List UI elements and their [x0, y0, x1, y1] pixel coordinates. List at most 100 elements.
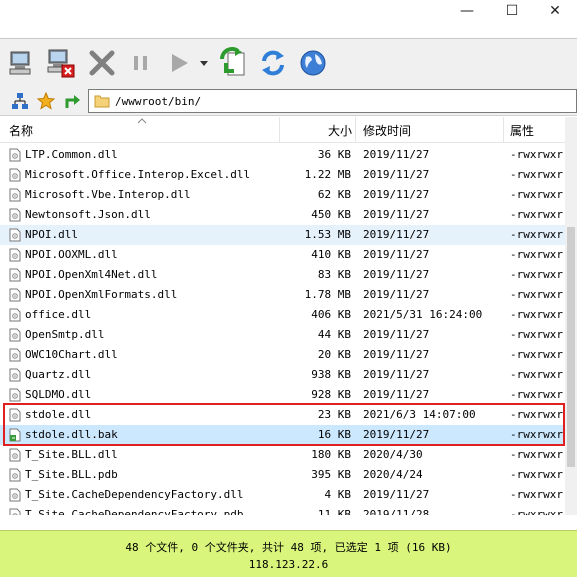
highlight-box	[3, 403, 565, 446]
dll-file-icon	[9, 148, 21, 162]
file-row[interactable]: Microsoft.Vbe.Interop.dll 62 KB 2019/11/27…	[0, 185, 565, 205]
connect-button[interactable]	[6, 47, 38, 79]
dll-file-icon	[9, 508, 21, 515]
file-attributes: -rwxrwxr	[510, 368, 563, 381]
file-row[interactable]: T_Site.BLL.pdb 395 KB 2020/4/24 -rwxrwxr	[0, 465, 565, 485]
file-modified: 2020/4/30	[363, 448, 423, 461]
file-name: LTP.Common.dll	[25, 148, 118, 161]
play-dropdown[interactable]	[197, 47, 211, 79]
file-row[interactable]: LTP.Common.dll 36 KB 2019/11/27 -rwxrwxr	[0, 145, 565, 165]
file-row[interactable]: SQLDMO.dll 928 KB 2019/11/27 -rwxrwxr	[0, 385, 565, 405]
column-header: 名称 大小 修改时间 属性	[0, 117, 577, 143]
file-row[interactable]: NPOI.OOXML.dll 410 KB 2019/11/27 -rwxrwxr	[0, 245, 565, 265]
file-modified: 2019/11/28	[363, 508, 430, 515]
pause-icon	[134, 56, 147, 70]
file-row[interactable]: Quartz.dll 938 KB 2019/11/27 -rwxrwxr	[0, 365, 565, 385]
path-input[interactable]: /wwwroot/bin/	[88, 89, 577, 113]
file-row[interactable]: NPOI.OpenXml4Net.dll 83 KB 2019/11/27 -rwxr…	[0, 265, 565, 285]
sync-download-icon	[220, 47, 245, 76]
file-list: LTP.Common.dll 36 KB 2019/11/27 -rwxrwxr Mic…	[0, 145, 565, 515]
file-modified: 2019/11/27	[363, 268, 430, 281]
file-name: NPOI.dll	[25, 228, 78, 241]
file-row[interactable]: OpenSmtp.dll 44 KB 2019/11/27 -rwxrwxr	[0, 325, 565, 345]
file-size: 395 KB	[311, 468, 351, 481]
file-attributes: -rwxrwxr	[510, 328, 563, 341]
play-icon	[172, 54, 188, 72]
file-attributes: -rwxrwxr	[510, 208, 563, 221]
favorites-button[interactable]	[36, 91, 56, 111]
address-bar: /wwwroot/bin/	[0, 86, 577, 116]
status-bar: 48 个文件, 0 个文件夹, 共计 48 项, 已选定 1 项 (16 KB)…	[0, 530, 577, 577]
dll-file-icon	[9, 488, 21, 502]
path-text: /wwwroot/bin/	[115, 94, 202, 108]
dll-file-icon	[9, 468, 21, 482]
file-modified: 2019/11/27	[363, 168, 430, 181]
file-attributes: -rwxrwxr	[510, 488, 563, 501]
file-row[interactable]: NPOI.OpenXmlFormats.dll 1.78 MB 2019/11/27…	[0, 285, 565, 305]
download-button[interactable]	[218, 47, 250, 79]
maximize-button[interactable]: ☐	[490, 0, 534, 22]
computer-connect-icon	[9, 51, 31, 75]
star-icon	[37, 92, 55, 110]
file-row[interactable]: T_Site.CacheDependencyFactory.dll 4 KB 201…	[0, 485, 565, 505]
file-modified: 2020/4/24	[363, 468, 423, 481]
play-button[interactable]	[163, 47, 195, 79]
up-arrow-icon	[65, 95, 80, 108]
file-attributes: -rwxrwxr	[510, 348, 563, 361]
dll-file-icon	[9, 228, 21, 242]
sitemap-button[interactable]	[10, 91, 30, 111]
file-attributes: -rwxrwxr	[510, 508, 563, 515]
file-attributes: -rwxrwxr	[510, 308, 563, 321]
file-name: OWC10Chart.dll	[25, 348, 118, 361]
file-size: 83 KB	[317, 268, 351, 281]
file-size: 938 KB	[311, 368, 351, 381]
file-size: 4 KB	[324, 488, 352, 501]
x-cancel-icon	[89, 50, 115, 76]
column-name[interactable]: 名称	[9, 117, 33, 143]
column-attributes[interactable]: 属性	[510, 117, 534, 143]
dll-file-icon	[9, 348, 21, 362]
file-row[interactable]: OWC10Chart.dll 20 KB 2019/11/27 -rwxrwxr	[0, 345, 565, 365]
file-name: Microsoft.Office.Interop.Excel.dll	[25, 168, 251, 181]
file-row[interactable]: NPOI.dll 1.53 MB 2019/11/27 -rwxrwxr	[0, 225, 565, 245]
dll-file-icon	[9, 268, 21, 282]
file-row[interactable]: T_Site.CacheDependencyFactory.pdb 11 KB 20…	[0, 505, 565, 515]
file-modified: 2021/5/31 16:24:00	[363, 308, 483, 321]
parent-directory-button[interactable]	[62, 91, 82, 111]
file-modified: 2019/11/27	[363, 348, 430, 361]
web-button[interactable]	[297, 47, 329, 79]
column-modified[interactable]: 修改时间	[363, 117, 411, 143]
file-size: 44 KB	[317, 328, 351, 341]
vertical-scrollbar[interactable]	[565, 117, 577, 515]
dll-file-icon	[9, 368, 21, 382]
file-attributes: -rwxrwxr	[510, 448, 563, 461]
dll-file-icon	[9, 208, 21, 222]
file-row[interactable]: Newtonsoft.Json.dll 450 KB 2019/11/27 -rwxr…	[0, 205, 565, 225]
file-size: 928 KB	[311, 388, 351, 401]
scrollbar-thumb[interactable]	[567, 227, 575, 467]
close-window-button[interactable]: ✕	[533, 0, 577, 22]
file-row[interactable]: T_Site.BLL.dll 180 KB 2020/4/30 -rwxrwxr	[0, 445, 565, 465]
column-size[interactable]: 大小	[280, 117, 352, 143]
column-divider[interactable]	[355, 117, 356, 143]
file-modified: 2019/11/27	[363, 208, 430, 221]
file-name: T_Site.CacheDependencyFactory.pdb	[25, 508, 244, 515]
stop-button[interactable]	[86, 47, 118, 79]
column-divider[interactable]	[503, 117, 504, 143]
file-size: 410 KB	[311, 248, 351, 261]
file-attributes: -rwxrwxr	[510, 188, 563, 201]
file-name: Newtonsoft.Json.dll	[25, 208, 151, 221]
computer-disconnect-icon	[47, 49, 75, 78]
file-name: Microsoft.Vbe.Interop.dll	[25, 188, 191, 201]
pause-button[interactable]	[125, 47, 157, 79]
minimize-button[interactable]: —	[445, 0, 489, 22]
file-row[interactable]: office.dll 406 KB 2021/5/31 16:24:00 -rwxrw…	[0, 305, 565, 325]
refresh-button[interactable]	[257, 47, 289, 79]
globe-icon	[300, 50, 326, 76]
file-size: 450 KB	[311, 208, 351, 221]
file-row[interactable]: Microsoft.Office.Interop.Excel.dll 1.22 M…	[0, 165, 565, 185]
dll-file-icon	[9, 308, 21, 322]
file-name: SQLDMO.dll	[25, 388, 92, 401]
file-name: OpenSmtp.dll	[25, 328, 105, 341]
disconnect-button[interactable]	[44, 47, 76, 79]
